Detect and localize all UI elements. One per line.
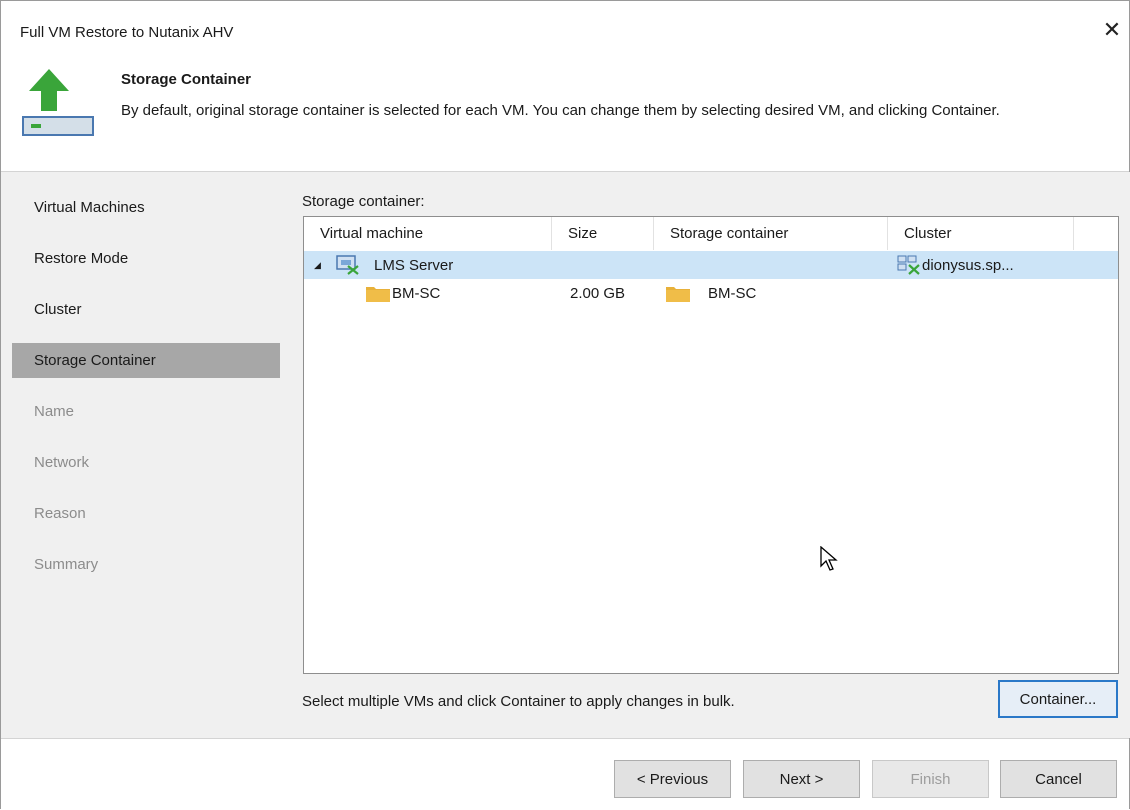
- column-size[interactable]: Size: [552, 217, 654, 250]
- step-restore-mode[interactable]: Restore Mode: [12, 241, 280, 276]
- step-summary: Summary: [34, 556, 99, 573]
- step-header: Storage Container By default, original s…: [1, 59, 1129, 172]
- title-bar: Full VM Restore to Nutanix AHV ✕: [1, 1, 1129, 59]
- step-description: By default, original storage container i…: [121, 102, 1000, 119]
- wizard-steps: Virtual Machines Restore Mode Cluster St…: [1, 172, 289, 738]
- bulk-hint: Select multiple VMs and click Container …: [302, 693, 735, 710]
- cancel-button[interactable]: Cancel: [1000, 760, 1117, 798]
- table-row[interactable]: ◢ LMS Server dionysus.sp...: [304, 251, 1118, 279]
- container-button[interactable]: Container...: [998, 680, 1118, 718]
- previous-button[interactable]: < Previous: [614, 760, 731, 798]
- step-virtual-machines[interactable]: Virtual Machines: [12, 190, 280, 225]
- storage-container-grid[interactable]: Virtual machine Size Storage container C…: [303, 216, 1119, 674]
- wizard-window: Full VM Restore to Nutanix AHV ✕ Storage…: [0, 0, 1130, 810]
- window-title: Full VM Restore to Nutanix AHV: [20, 24, 234, 41]
- step-title: Storage Container: [121, 71, 252, 88]
- vm-name: LMS Server: [374, 256, 454, 274]
- disk-name: BM-SC: [392, 284, 441, 302]
- expand-toggle-icon[interactable]: ◢: [314, 251, 321, 279]
- section-label: Storage container:: [302, 193, 425, 210]
- grid-header: Virtual machine Size Storage container C…: [304, 217, 1118, 250]
- storage-container-name: BM-SC: [708, 284, 757, 302]
- vm-icon: [336, 251, 360, 279]
- step-cluster[interactable]: Cluster: [12, 292, 280, 327]
- step-storage-container[interactable]: Storage Container: [12, 343, 280, 378]
- cluster-icon: [897, 251, 921, 279]
- restore-arrow-icon: [17, 65, 99, 147]
- main-panel: Storage container: Virtual machine Size …: [289, 172, 1130, 738]
- table-row[interactable]: BM-SC 2.00 GB BM-SC: [304, 279, 1118, 307]
- column-storage-container[interactable]: Storage container: [654, 217, 888, 250]
- wizard-footer: < Previous Next > Finish Cancel: [1, 738, 1129, 810]
- column-cluster[interactable]: Cluster: [888, 217, 1074, 250]
- disk-size: 2.00 GB: [570, 284, 626, 302]
- step-reason: Reason: [34, 505, 86, 522]
- next-button[interactable]: Next >: [743, 760, 860, 798]
- mouse-cursor-icon: [820, 546, 838, 571]
- column-virtual-machine[interactable]: Virtual machine: [304, 217, 552, 250]
- finish-button: Finish: [872, 760, 989, 798]
- close-button[interactable]: ✕: [1095, 13, 1129, 47]
- folder-icon: [666, 279, 690, 307]
- folder-icon: [366, 279, 390, 307]
- step-network: Network: [34, 454, 90, 471]
- step-name: Name: [34, 403, 75, 420]
- cluster-name: dionysus.sp...: [922, 256, 1014, 274]
